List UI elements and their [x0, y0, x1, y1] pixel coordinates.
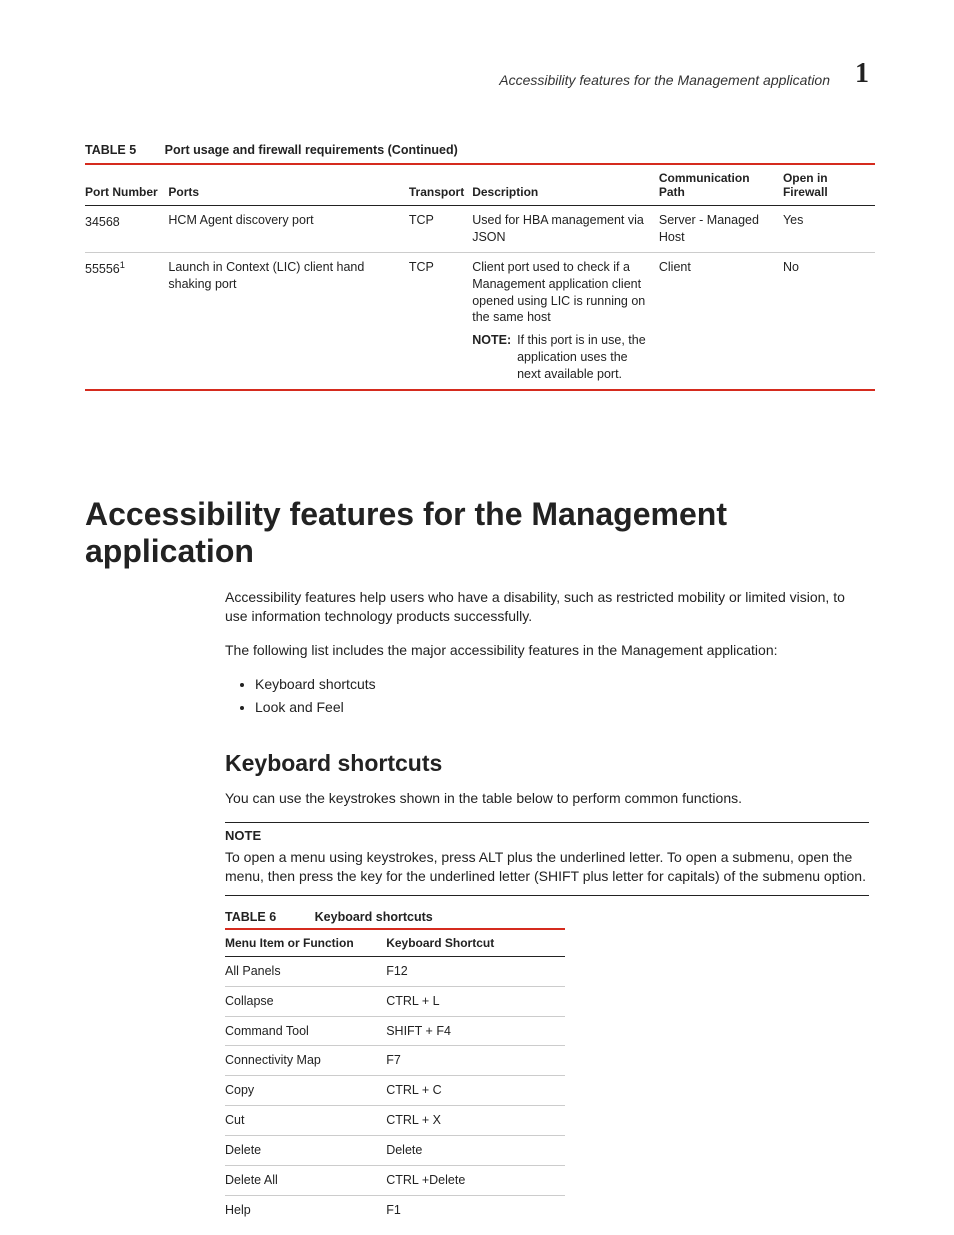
note-label: NOTE	[225, 827, 869, 845]
cell-shortcut: F7	[386, 1046, 565, 1076]
table-row: HelpF1	[225, 1195, 565, 1224]
cell-transport: TCP	[409, 206, 472, 253]
table-row: Command ToolSHIFT + F4	[225, 1016, 565, 1046]
cell-func: Copy	[225, 1076, 386, 1106]
cell-shortcut: CTRL +Delete	[386, 1165, 565, 1195]
table5-header-transport: Transport	[409, 164, 472, 206]
note-body: To open a menu using keystrokes, press A…	[225, 849, 866, 885]
cell-func: Connectivity Map	[225, 1046, 386, 1076]
table6-header-function: Menu Item or Function	[225, 929, 386, 957]
cell-ports: HCM Agent discovery port	[168, 206, 408, 253]
table5-header-ports: Ports	[168, 164, 408, 206]
table5-caption: TABLE 5 Port usage and firewall requirem…	[85, 143, 869, 157]
cell-comm-path: Server - Managed Host	[659, 206, 783, 253]
cell-func: Delete All	[225, 1165, 386, 1195]
section-heading: Accessibility features for the Managemen…	[85, 496, 869, 570]
feature-list: Keyboard shortcuts Look and Feel	[225, 675, 869, 718]
table-row: CopyCTRL + C	[225, 1076, 565, 1106]
table5-header-description: Description	[472, 164, 659, 206]
cell-shortcut: SHIFT + F4	[386, 1016, 565, 1046]
table6-caption-title: Keyboard shortcuts	[315, 910, 433, 924]
cell-func: Help	[225, 1195, 386, 1224]
cell-shortcut: F1	[386, 1195, 565, 1224]
cell-description: Client port used to check if a Managemen…	[472, 252, 659, 390]
table-row: DeleteDelete	[225, 1136, 565, 1166]
cell-note: NOTE: If this port is in use, the applic…	[472, 332, 651, 383]
table6-header-shortcut: Keyboard Shortcut	[386, 929, 565, 957]
cell-shortcut: CTRL + X	[386, 1106, 565, 1136]
table6-caption: TABLE 6 Keyboard shortcuts	[225, 910, 869, 924]
table-row: All PanelsF12	[225, 956, 565, 986]
cell-func: Command Tool	[225, 1016, 386, 1046]
cell-open-fw: No	[783, 252, 875, 390]
cell-port-number: 555561	[85, 252, 168, 390]
cell-shortcut: Delete	[386, 1136, 565, 1166]
cell-note-label: NOTE:	[472, 332, 511, 383]
keyboard-shortcuts-heading: Keyboard shortcuts	[225, 750, 869, 777]
cell-func: All Panels	[225, 956, 386, 986]
list-item: Keyboard shortcuts	[255, 675, 869, 695]
note-block: NOTE To open a menu using keystrokes, pr…	[225, 822, 869, 895]
table5-header-port-number: Port Number	[85, 164, 168, 206]
table-row: 555561 Launch in Context (LIC) client ha…	[85, 252, 875, 390]
running-header: Accessibility features for the Managemen…	[85, 60, 869, 88]
cell-comm-path: Client	[659, 252, 783, 390]
page: Accessibility features for the Managemen…	[0, 0, 954, 1235]
running-header-title: Accessibility features for the Managemen…	[499, 72, 830, 88]
cell-func: Cut	[225, 1106, 386, 1136]
cell-shortcut: F12	[386, 956, 565, 986]
cell-port-number: 34568	[85, 206, 168, 253]
table5: Port Number Ports Transport Description …	[85, 163, 875, 391]
list-item: Look and Feel	[255, 698, 869, 718]
cell-description: Used for HBA management via JSON	[472, 206, 659, 253]
cell-func: Collapse	[225, 986, 386, 1016]
cell-shortcut: CTRL + L	[386, 986, 565, 1016]
table-row: Delete AllCTRL +Delete	[225, 1165, 565, 1195]
section-intro: Accessibility features help users who ha…	[225, 588, 869, 718]
table-row: CutCTRL + X	[225, 1106, 565, 1136]
cell-transport: TCP	[409, 252, 472, 390]
table5-caption-label: TABLE 5	[85, 143, 136, 157]
table5-header-comm-path: Communication Path	[659, 164, 783, 206]
table6-caption-label: TABLE 6	[225, 910, 276, 924]
table-row: 34568 HCM Agent discovery port TCP Used …	[85, 206, 875, 253]
cell-ports: Launch in Context (LIC) client hand shak…	[168, 252, 408, 390]
cell-note-body: If this port is in use, the application …	[517, 332, 651, 383]
table-row: CollapseCTRL + L	[225, 986, 565, 1016]
intro-paragraph: The following list includes the major ac…	[225, 641, 869, 661]
cell-open-fw: Yes	[783, 206, 875, 253]
table-row: Connectivity MapF7	[225, 1046, 565, 1076]
cell-func: Delete	[225, 1136, 386, 1166]
intro-paragraph: Accessibility features help users who ha…	[225, 588, 869, 627]
table5-caption-title: Port usage and firewall requirements (Co…	[165, 143, 458, 157]
running-header-chapter-number: 1	[855, 60, 869, 88]
keyboard-lead: You can use the keystrokes shown in the …	[225, 789, 869, 809]
table6: Menu Item or Function Keyboard Shortcut …	[225, 928, 565, 1225]
cell-shortcut: CTRL + C	[386, 1076, 565, 1106]
table5-header-open-fw: Open in Firewall	[783, 164, 875, 206]
